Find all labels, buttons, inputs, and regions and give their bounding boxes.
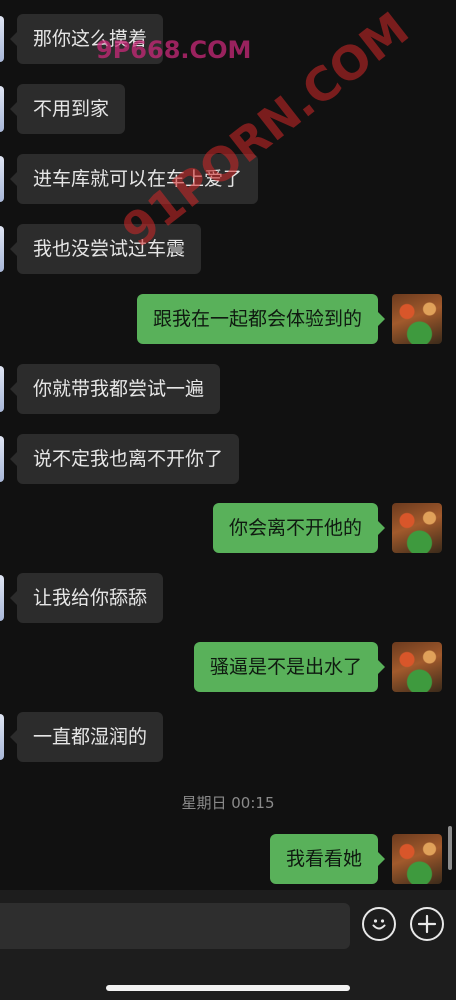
- outgoing-message[interactable]: 骚逼是不是出水了: [193, 642, 386, 692]
- message-row: 一直都湿润的: [0, 712, 456, 762]
- message-row: 让我给你舔舔: [0, 573, 456, 623]
- incoming-message[interactable]: 进车库就可以在车上爱了: [9, 154, 259, 204]
- message-row: 说不定我也离不开你了: [0, 434, 456, 484]
- more-button[interactable]: [410, 907, 444, 941]
- message-timestamp: 星期日 00:15: [181, 794, 275, 812]
- home-indicator[interactable]: [106, 985, 350, 991]
- outgoing-message[interactable]: 你会离不开他的: [212, 503, 386, 553]
- contact-avatar[interactable]: [0, 16, 4, 62]
- message-row: 骚逼是不是出水了: [0, 642, 456, 692]
- my-avatar[interactable]: [392, 834, 442, 884]
- message-row: 我也没尝试过车震: [0, 224, 456, 274]
- message-input[interactable]: [0, 903, 350, 949]
- message-row: 进车库就可以在车上爱了: [0, 154, 456, 204]
- contact-avatar[interactable]: [0, 436, 4, 482]
- emoji-button[interactable]: [362, 907, 396, 941]
- contact-avatar[interactable]: [0, 714, 4, 760]
- incoming-message[interactable]: 你就带我都尝试一遍: [9, 364, 221, 414]
- incoming-message[interactable]: 那你这么摸着: [9, 14, 164, 64]
- message-row: 你会离不开他的: [0, 503, 456, 553]
- message-row: 不用到家: [0, 84, 456, 134]
- scrollbar-thumb[interactable]: [448, 826, 452, 870]
- contact-avatar[interactable]: [0, 575, 4, 621]
- my-avatar[interactable]: [392, 503, 442, 553]
- outgoing-message[interactable]: 我看看她: [269, 834, 386, 884]
- incoming-message[interactable]: 一直都湿润的: [9, 712, 164, 762]
- contact-avatar[interactable]: [0, 226, 4, 272]
- contact-avatar[interactable]: [0, 86, 4, 132]
- message-row: 我看看她: [0, 834, 456, 884]
- contact-avatar[interactable]: [0, 366, 4, 412]
- chat-area[interactable]: 那你这么摸着 不用到家 进车库就可以在车上爱了 我也没尝试过车震 跟我在一起都会…: [0, 0, 456, 890]
- emoji-icon: [372, 919, 386, 930]
- incoming-message[interactable]: 我也没尝试过车震: [9, 224, 202, 274]
- input-bar: [0, 890, 456, 1000]
- incoming-message[interactable]: 说不定我也离不开你了: [9, 434, 240, 484]
- message-row: 跟我在一起都会体验到的: [0, 294, 456, 344]
- my-avatar[interactable]: [392, 294, 442, 344]
- message-row: 你就带我都尝试一遍: [0, 364, 456, 414]
- outgoing-message[interactable]: 跟我在一起都会体验到的: [136, 294, 386, 344]
- my-avatar[interactable]: [392, 642, 442, 692]
- contact-avatar[interactable]: [0, 156, 4, 202]
- message-row: 那你这么摸着: [0, 14, 456, 64]
- plus-icon: [417, 914, 437, 934]
- incoming-message[interactable]: 不用到家: [9, 84, 126, 134]
- incoming-message[interactable]: 让我给你舔舔: [9, 573, 164, 623]
